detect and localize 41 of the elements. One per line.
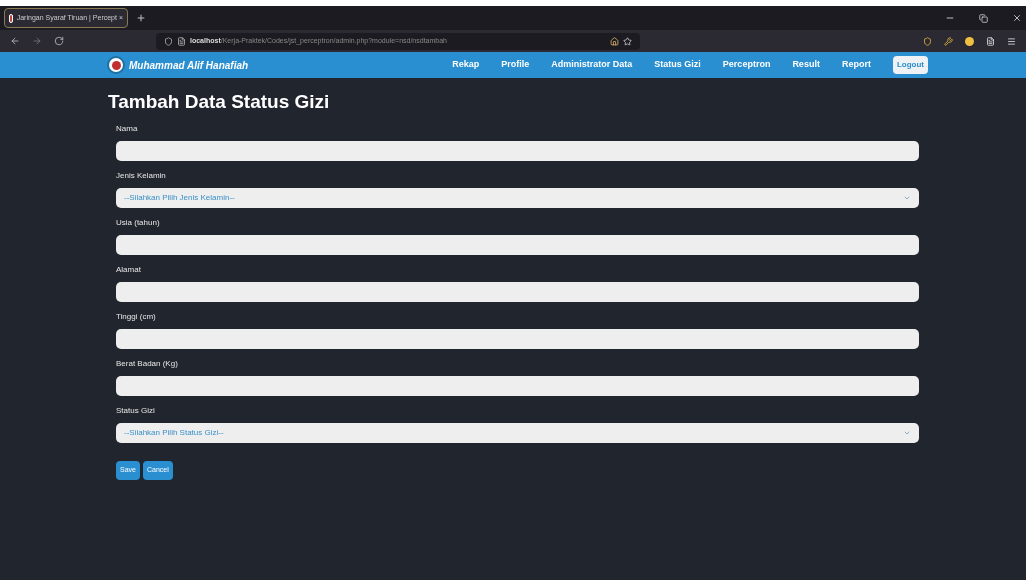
- page-icon: [177, 36, 186, 46]
- select-placeholder: --Silahkan Pilih Jenis Kelamin--: [124, 192, 236, 203]
- nav-link[interactable]: Profile: [501, 58, 530, 72]
- home-icon[interactable]: [610, 36, 619, 46]
- input-field[interactable]: [116, 328, 919, 349]
- brand-logo-icon: [107, 56, 125, 74]
- field-label: Tinggi (cm): [116, 310, 157, 323]
- select-field[interactable]: --Silahkan Pilih Jenis Kelamin--: [116, 187, 919, 208]
- brand-name[interactable]: Muhammad Alif Hanafiah: [129, 57, 249, 73]
- bookmark-star-icon[interactable]: [623, 36, 632, 46]
- input-field[interactable]: [116, 234, 919, 255]
- favicon-icon: [9, 13, 13, 23]
- shield-icon: [164, 36, 173, 46]
- field-label: Alamat: [116, 263, 142, 276]
- field-label: Status Gizi: [116, 404, 156, 417]
- nav-link[interactable]: Rekap: [452, 58, 480, 72]
- reader-icon[interactable]: [986, 36, 995, 46]
- page-title: Tambah Data Status Gizi: [108, 90, 331, 114]
- field-label: Usia (tahun): [116, 216, 161, 229]
- input-field[interactable]: [116, 281, 919, 302]
- select-field[interactable]: --Silahkan Pilih Status Gizi--: [116, 422, 919, 443]
- reload-icon[interactable]: [54, 36, 64, 46]
- menu-icon[interactable]: [1007, 36, 1016, 46]
- nav-link[interactable]: Perceptron: [722, 58, 771, 72]
- input-field[interactable]: [116, 140, 919, 161]
- field-label: Jenis Kelamin: [116, 169, 167, 182]
- select-placeholder: --Silahkan Pilih Status Gizi--: [124, 427, 225, 438]
- close-icon[interactable]: [1012, 13, 1022, 23]
- nav-link[interactable]: Result: [792, 58, 820, 72]
- field-label: Berat Badan (Kg): [116, 357, 179, 370]
- forward-icon[interactable]: [32, 36, 42, 46]
- nav-link[interactable]: Report: [841, 58, 871, 72]
- back-icon[interactable]: [10, 36, 20, 46]
- logout-button[interactable]: Logout: [892, 56, 928, 74]
- nav-link[interactable]: Status Gizi: [654, 58, 701, 72]
- field-label: Nama: [116, 122, 139, 135]
- wrench-icon[interactable]: [944, 36, 953, 46]
- input-field[interactable]: [116, 375, 919, 396]
- nav-link[interactable]: Administrator Data: [551, 58, 633, 72]
- new-tab-icon[interactable]: [136, 13, 146, 23]
- restore-icon[interactable]: [979, 13, 988, 23]
